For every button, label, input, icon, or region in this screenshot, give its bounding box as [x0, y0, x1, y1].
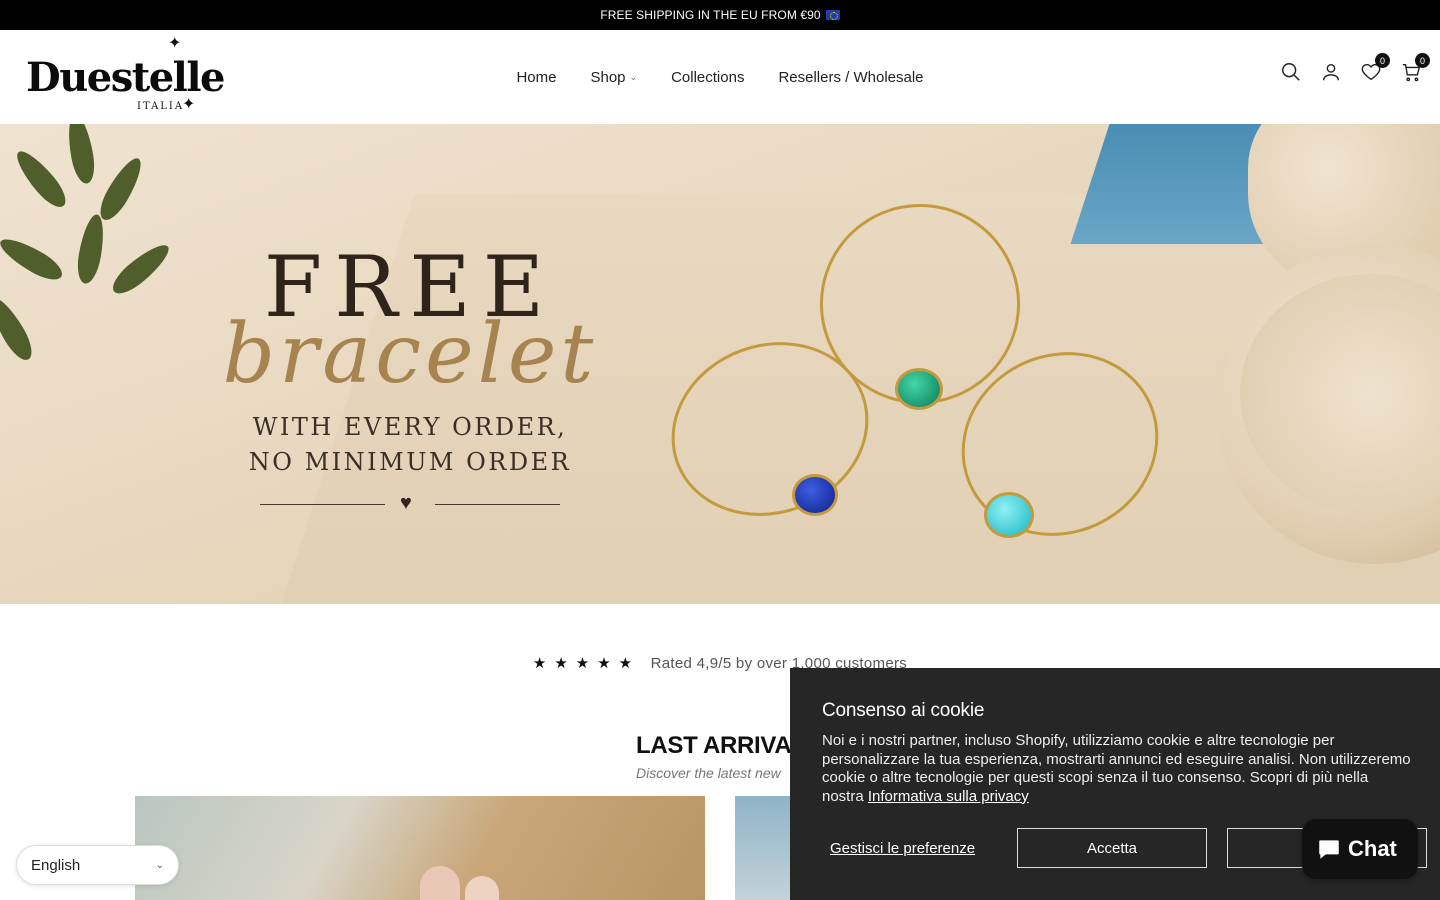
nav-home[interactable]: Home: [516, 69, 556, 86]
announcement-text: FREE SHIPPING IN THE EU FROM €90: [600, 8, 821, 22]
olive-leaf: [10, 145, 72, 213]
rating-stars: ★★★★★: [532, 655, 641, 672]
wishlist-icon[interactable]: 0: [1360, 53, 1390, 83]
cart-icon[interactable]: 0: [1400, 53, 1430, 83]
olive-leaf: [107, 238, 175, 300]
hero-line-1: WITH EVERY ORDER,: [252, 413, 568, 441]
eu-flag-icon: [825, 10, 840, 20]
olive-leaf: [93, 153, 149, 225]
chevron-down-icon: ⌄: [629, 71, 638, 82]
nav-shop[interactable]: Shop ⌄: [590, 69, 637, 86]
cart-count: 0: [1415, 53, 1430, 68]
chat-button[interactable]: Chat: [1302, 819, 1418, 879]
nav-resellers[interactable]: Resellers / Wholesale: [778, 69, 923, 86]
hero-line-2: NO MINIMUM ORDER: [248, 448, 572, 476]
hand-image: [465, 876, 499, 900]
announcement-bar: FREE SHIPPING IN THE EU FROM €90: [0, 0, 1440, 30]
chat-label: Chat: [1348, 836, 1397, 861]
main-nav: Home Shop ⌄ Collections Resellers / Whole…: [0, 30, 1440, 124]
nav-collections[interactable]: Collections: [671, 69, 744, 86]
nav-collections-label: Collections: [671, 68, 745, 86]
turquoise-gem: [984, 492, 1034, 538]
cookie-body: Noi e i nostri partner, incluso Shopify,…: [822, 732, 1412, 806]
nav-home-label: Home: [516, 68, 557, 86]
chevron-down-icon: ⌄: [155, 859, 164, 871]
hero-script: bracelet: [222, 307, 598, 402]
language-selector[interactable]: English ⌄: [16, 845, 179, 885]
header-icons: 0 0: [1280, 53, 1430, 83]
olive-leaf: [0, 293, 39, 365]
section-subtitle: Discover the latest new: [636, 765, 781, 781]
hand-image: [420, 866, 460, 900]
green-gem: [895, 368, 943, 410]
olive-leaf: [64, 124, 98, 186]
olive-leaf: [0, 231, 67, 287]
cookie-title: Consenso ai cookie: [822, 700, 985, 721]
accept-button[interactable]: Accetta: [1017, 828, 1207, 868]
hero-text: FREE bracelet WITH EVERY ORDER, NO MINIM…: [200, 242, 620, 514]
hero-banner[interactable]: FREE bracelet WITH EVERY ORDER, NO MINIM…: [0, 124, 1440, 604]
search-icon[interactable]: [1280, 61, 1302, 83]
product-card-image[interactable]: [135, 796, 705, 900]
hero-divider: ♥: [260, 492, 560, 514]
nav-shop-label: Shop: [590, 68, 626, 86]
chat-bubble-icon: [1319, 840, 1339, 859]
site-header: ✦ Duestelle ITALIA ✦ Home Shop ⌄ Collecti…: [0, 30, 1440, 124]
language-label: English: [31, 856, 81, 874]
olive-leaf: [74, 212, 108, 286]
heart-icon: ♥: [400, 492, 412, 514]
wishlist-count: 0: [1375, 53, 1390, 68]
manage-preferences-link[interactable]: Gestisci le preferenze: [830, 840, 1017, 857]
nav-resellers-label: Resellers / Wholesale: [778, 68, 924, 86]
privacy-link[interactable]: Informativa sulla privacy: [868, 788, 1029, 805]
account-icon[interactable]: [1320, 61, 1342, 83]
blue-gem: [792, 474, 838, 516]
